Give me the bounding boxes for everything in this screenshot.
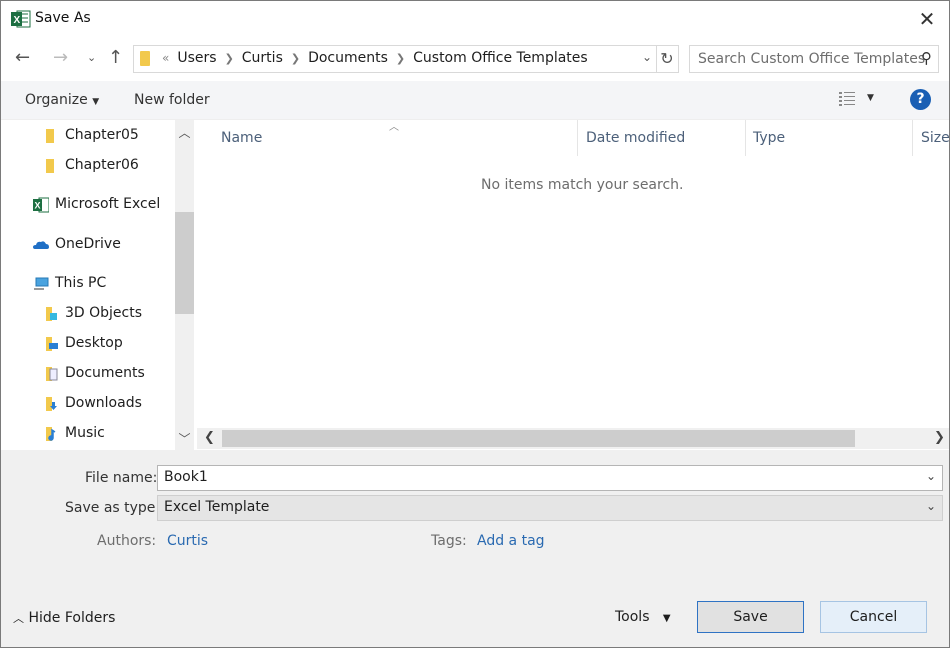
search-input[interactable]: Search Custom Office Templates ⚲	[689, 45, 939, 73]
hide-folders-label: Hide Folders	[28, 610, 116, 626]
chevron-right-icon[interactable]: ❯	[291, 52, 300, 65]
column-header-date-modified[interactable]: Date modified	[586, 130, 685, 146]
folder-icon	[46, 129, 54, 143]
hide-folders-button[interactable]: ︿ Hide Folders	[13, 610, 115, 626]
address-bar[interactable]: « Users ❯ Curtis ❯ Documents ❯ Custom Office Te…	[133, 45, 657, 73]
authors-value[interactable]: Curtis	[167, 533, 208, 549]
sidebar-scrollbar[interactable]: ︿ ﹀	[175, 120, 194, 450]
new-folder-button[interactable]: New folder	[134, 92, 210, 108]
folder-icon	[46, 159, 54, 173]
chevron-down-icon[interactable]: ⌄	[926, 469, 936, 483]
save-as-type-label: Save as type:	[65, 500, 161, 516]
sort-ascending-icon: ︿	[389, 122, 399, 133]
scroll-down-icon[interactable]: ﹀	[175, 430, 194, 447]
file-list-scrollbar[interactable]: ❮ ❯	[197, 428, 949, 449]
save-as-type-select[interactable]: Excel Template ⌄	[157, 495, 943, 521]
organize-button[interactable]: Organize ▼	[25, 92, 99, 108]
breadcrumb-documents[interactable]: Documents	[308, 50, 388, 66]
chevron-right-icon[interactable]: ❯	[225, 52, 234, 65]
search-placeholder: Search Custom Office Templates	[698, 51, 926, 67]
tools-label: Tools	[615, 609, 650, 625]
column-divider[interactable]	[745, 120, 746, 156]
sidebar-item-label: 3D Objects	[65, 305, 143, 321]
breadcrumb-users[interactable]: Users	[177, 50, 216, 66]
sidebar-item-label: Desktop	[65, 335, 123, 351]
save-options-panel: File name: Book1 ⌄ Save as type: Excel T…	[1, 450, 949, 647]
add-tag-link[interactable]: Add a tag	[477, 533, 545, 549]
column-header-type[interactable]: Type	[753, 130, 785, 146]
tools-button[interactable]: Tools ▼	[615, 609, 671, 625]
authors-label: Authors:	[97, 533, 157, 549]
refresh-icon[interactable]: ↻	[656, 45, 679, 73]
chevron-right-icon[interactable]: ❯	[396, 52, 405, 65]
close-icon[interactable]: ✕	[915, 7, 939, 31]
scroll-right-icon[interactable]: ❯	[934, 430, 945, 445]
chevron-down-icon[interactable]: ⌄	[926, 499, 936, 513]
caret-down-icon: ▼	[662, 613, 671, 624]
excel-icon: X	[11, 10, 31, 28]
title-bar: X Save As ✕	[1, 1, 949, 37]
empty-message: No items match your search.	[481, 177, 684, 193]
navigation-bar: ← → ⌄ ↑ « Users ❯ Curtis ❯ Documents ❯ Custom O…	[1, 39, 949, 79]
scroll-left-icon[interactable]: ❮	[204, 430, 215, 445]
music-icon	[46, 427, 56, 441]
folder-icon	[140, 51, 150, 66]
cloud-icon	[33, 241, 49, 249]
sidebar-item-label: Music	[65, 425, 105, 441]
command-bar: Organize ▼ New folder ▼ ?	[1, 81, 949, 120]
file-name-label: File name:	[85, 470, 158, 486]
breadcrumb: « Users ❯ Curtis ❯ Documents ❯ Custom Office Te…	[162, 50, 588, 66]
sidebar-item-label: OneDrive	[55, 236, 121, 252]
breadcrumb-custom-office-templates[interactable]: Custom Office Templates	[413, 50, 588, 66]
column-header-name[interactable]: Name	[221, 130, 262, 146]
search-icon[interactable]: ⚲	[921, 49, 932, 67]
column-divider[interactable]	[577, 120, 578, 156]
sidebar-item-label: This PC	[55, 275, 107, 291]
3d-objects-icon	[46, 307, 57, 321]
chevron-down-icon[interactable]: ⌄	[87, 51, 96, 64]
sidebar-item-label: Chapter05	[65, 127, 139, 143]
tags-label: Tags:	[431, 533, 467, 549]
scroll-up-icon[interactable]: ︿	[175, 124, 194, 141]
scrollbar-thumb[interactable]	[175, 212, 194, 314]
sidebar-item-label: Microsoft Excel	[55, 196, 161, 212]
file-name-input[interactable]: Book1 ⌄	[157, 465, 943, 491]
column-divider[interactable]	[912, 120, 913, 156]
chevron-up-icon: ︿	[13, 612, 24, 625]
sidebar-item-label: Documents	[65, 365, 145, 381]
desktop-icon	[46, 337, 58, 351]
svg-text:X: X	[14, 15, 21, 26]
breadcrumb-curtis[interactable]: Curtis	[242, 50, 283, 66]
file-list: ︿ Name Date modified Type Size No items …	[197, 120, 949, 428]
window-title: Save As	[35, 10, 91, 26]
downloads-icon	[46, 397, 57, 411]
view-options-dropdown-icon[interactable]: ▼	[867, 93, 874, 103]
svg-text:X: X	[35, 201, 41, 211]
help-icon[interactable]: ?	[910, 89, 931, 110]
save-as-dialog: X Save As ✕ ← → ⌄ ↑ « Users ❯ Curtis ❯ Docume…	[0, 0, 950, 648]
details-view-icon[interactable]	[839, 92, 855, 106]
column-header-size[interactable]: Size	[921, 130, 949, 146]
caret-down-icon: ▼	[92, 97, 100, 107]
save-button[interactable]: Save	[697, 601, 804, 633]
arrow-right-icon[interactable]: →	[53, 47, 68, 68]
navigation-pane: Chapter05 Chapter06 X Microsoft Excel On…	[1, 120, 195, 450]
organize-label: Organize	[25, 92, 88, 108]
sidebar-item-label: Chapter06	[65, 157, 139, 173]
computer-icon	[34, 277, 49, 290]
sidebar-item-label: Downloads	[65, 395, 142, 411]
scrollbar-thumb[interactable]	[222, 430, 855, 447]
address-dropdown-icon[interactable]: ⌄	[642, 50, 652, 64]
arrow-up-icon[interactable]: ↑	[108, 47, 123, 68]
arrow-left-icon[interactable]: ←	[15, 47, 30, 68]
cancel-button[interactable]: Cancel	[820, 601, 927, 633]
file-name-value: Book1	[164, 469, 208, 485]
save-as-type-value: Excel Template	[164, 499, 270, 515]
breadcrumb-overflow[interactable]: «	[162, 51, 169, 65]
excel-icon: X	[33, 197, 49, 213]
documents-icon	[46, 367, 58, 381]
